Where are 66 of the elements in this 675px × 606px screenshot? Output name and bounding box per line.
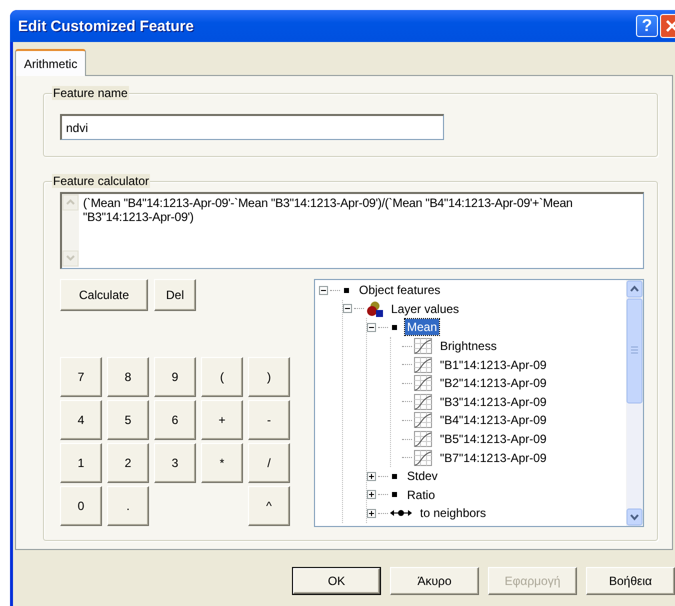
bullet-icon [342,286,351,295]
delete-button[interactable]: Del [154,279,196,311]
dialog-button[interactable]: OK [292,567,381,595]
collapse-icon[interactable] [367,322,376,332]
tree-item[interactable]: "B2"14:1213-Apr-09 [438,375,549,392]
keypad-key[interactable]: ) [248,357,290,397]
expand-icon[interactable] [367,508,376,518]
graph-icon [414,412,432,428]
tree-item[interactable]: Stdev [405,468,440,484]
dialog-button[interactable]: Άκυρο [390,567,479,595]
help-button[interactable]: ? [636,15,658,37]
collapse-icon[interactable] [319,286,328,295]
keypad-key[interactable]: . [107,486,149,526]
bullet-icon [390,472,399,481]
expand-icon[interactable] [367,490,376,500]
tree-item[interactable]: Object features [357,282,442,298]
bullet-icon [390,490,399,500]
scroll-down-button[interactable] [626,508,642,526]
window-title: Edit Customized Feature [18,18,195,34]
graph-icon [414,375,432,392]
keypad-key[interactable]: 1 [60,443,102,483]
keypad-key[interactable]: 7 [60,357,102,397]
keypad-key[interactable]: - [248,400,290,440]
keypad-key[interactable]: / [248,443,290,483]
layers-icon [366,300,383,317]
graph-icon [414,431,432,448]
group-label: Feature name [52,86,129,100]
tree-item[interactable]: "B7"14:1213-Apr-09 [438,450,549,466]
tree-item[interactable]: Layer values [389,300,462,317]
keypad-key[interactable]: + [201,400,243,440]
tree-item[interactable]: "B5"14:1213-Apr-09 [438,431,549,448]
keypad-key[interactable]: 8 [107,357,149,397]
tree-item[interactable]: "B1"14:1213-Apr-09 [438,356,549,373]
collapse-icon[interactable] [343,304,352,314]
keypad-key[interactable]: 0 [60,486,102,526]
group-label: Feature calculator [52,174,150,188]
scroll-up-button[interactable] [626,280,642,298]
keypad-key[interactable]: 6 [154,400,196,440]
keypad-key[interactable]: 4 [60,400,102,440]
tab[interactable]: Arithmetic [15,49,86,76]
keypad-key[interactable]: ^ [248,486,290,526]
calculate-button[interactable]: Calculate [60,279,148,311]
formula-field[interactable]: (`Mean "B4"14:1213-Apr-09'-`Mean "B3"14:1213-Apr-09')/(`Mean "B4"14:1213-Apr-09'+`Mean "B3"14:1213-Apr-09') [60,192,644,269]
feature-name-field[interactable]: ndvi [60,114,444,140]
bullet-icon [390,322,399,332]
keypad-key[interactable]: 3 [154,443,196,483]
tree-item[interactable]: Mean [405,319,440,336]
tree-item[interactable]: "B4"14:1213-Apr-09 [438,412,549,428]
tree-item[interactable]: "B3"14:1213-Apr-09 [438,394,549,410]
dialog-button[interactable]: Βοήθεια [586,567,675,595]
graph-icon [414,338,432,354]
keypad-key[interactable]: 2 [107,443,149,483]
graph-icon [414,394,432,410]
keypad-key[interactable]: * [201,443,243,483]
tree-item[interactable]: Ratio [405,486,438,503]
expand-icon[interactable] [367,472,376,481]
double-arrow-icon [390,509,412,518]
graph-icon [414,356,432,373]
keypad-key[interactable]: 9 [154,357,196,397]
scroll-thumb[interactable] [626,298,642,404]
keypad-key[interactable]: ( [201,357,243,397]
tree-item[interactable]: Brightness [438,338,499,354]
keypad-key[interactable]: 5 [107,400,149,440]
tree-item[interactable]: to neighbors [418,505,488,522]
graph-icon [414,450,432,466]
close-icon[interactable] [660,14,675,38]
